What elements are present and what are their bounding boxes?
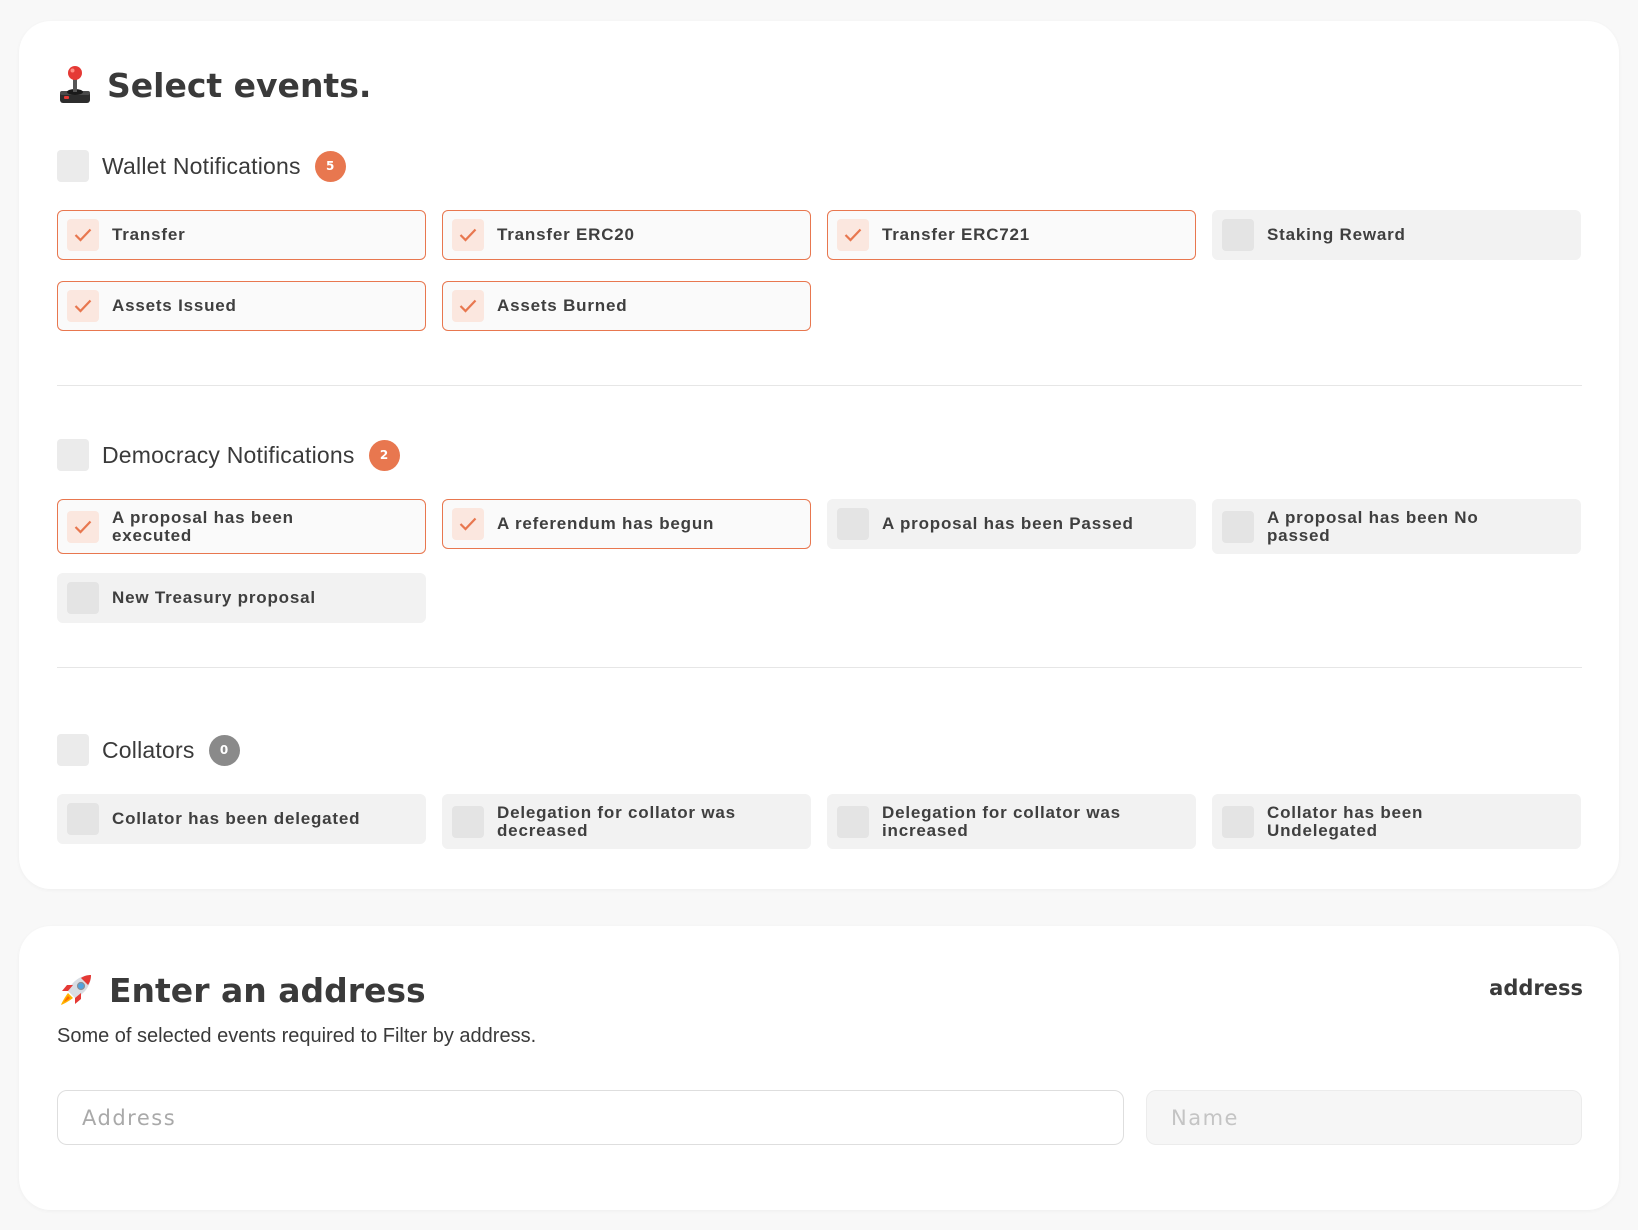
check-icon <box>74 520 92 534</box>
options-grid-wallet: Transfer Transfer ERC20 Transfer ERC721 … <box>57 210 1582 331</box>
group-checkbox-collators[interactable] <box>57 734 89 766</box>
option-delegation-increased[interactable]: Delegation for collator was increased <box>827 794 1196 849</box>
option-checkbox[interactable] <box>67 219 99 251</box>
group-checkbox-democracy[interactable] <box>57 439 89 471</box>
option-label: Transfer <box>112 225 186 244</box>
group-header-democracy: Democracy Notifications 2 <box>57 439 400 471</box>
options-grid-democracy: A proposal has been executed A referendu… <box>57 499 1582 623</box>
option-checkbox[interactable] <box>1222 219 1254 251</box>
option-label: Staking Reward <box>1267 225 1406 244</box>
option-checkbox[interactable] <box>452 508 484 540</box>
option-assets-issued[interactable]: Assets Issued <box>57 281 426 331</box>
option-label: Collator has been delegated <box>112 809 361 828</box>
option-checkbox[interactable] <box>67 582 99 614</box>
group-header-wallet: Wallet Notifications 5 <box>57 150 346 182</box>
option-staking-reward[interactable]: Staking Reward <box>1212 210 1581 260</box>
select-events-heading: Select events. <box>57 63 371 107</box>
option-assets-burned[interactable]: Assets Burned <box>442 281 811 331</box>
option-new-treasury-proposal[interactable]: New Treasury proposal <box>57 573 426 623</box>
option-transfer-erc721[interactable]: Transfer ERC721 <box>827 210 1196 260</box>
select-events-card: Select events. Wallet Notifications 5 Tr… <box>19 21 1619 889</box>
option-transfer[interactable]: Transfer <box>57 210 426 260</box>
option-proposal-not-passed[interactable]: A proposal has been No passed <box>1212 499 1581 554</box>
count-badge-democracy: 2 <box>368 439 400 471</box>
option-label: New Treasury proposal <box>112 588 316 607</box>
enter-address-heading: Enter an address <box>57 968 426 1012</box>
option-label: Transfer ERC20 <box>497 225 635 244</box>
option-label: Assets Issued <box>112 296 237 315</box>
check-icon <box>844 228 862 242</box>
address-link[interactable]: address <box>1489 976 1583 1000</box>
count-badge-collators: 0 <box>208 734 240 766</box>
count-badge-wallet: 5 <box>314 150 346 182</box>
option-checkbox[interactable] <box>67 510 99 543</box>
check-icon <box>459 517 477 531</box>
section-divider <box>57 667 1582 668</box>
option-label: Assets Burned <box>497 296 628 315</box>
select-events-title: Select events. <box>107 65 372 105</box>
option-referendum-begun[interactable]: A referendum has begun <box>442 499 811 549</box>
check-icon <box>459 228 477 242</box>
option-proposal-executed[interactable]: A proposal has been executed <box>57 499 426 554</box>
address-requirement-text: Some of selected events required to Filt… <box>57 1025 537 1047</box>
rocket-icon <box>57 971 95 1009</box>
option-checkbox[interactable] <box>67 290 99 322</box>
option-transfer-erc20[interactable]: Transfer ERC20 <box>442 210 811 260</box>
option-checkbox[interactable] <box>67 803 99 835</box>
group-title-wallet: Wallet Notifications <box>102 152 301 179</box>
option-checkbox[interactable] <box>1222 510 1254 543</box>
option-checkbox[interactable] <box>837 219 869 251</box>
option-label: A proposal has been executed <box>112 507 294 545</box>
option-label: Delegation for collator was increased <box>882 802 1121 840</box>
option-label: Collator has been Undelegated <box>1267 802 1424 840</box>
option-checkbox[interactable] <box>837 508 869 540</box>
options-grid-collators: Collator has been delegated Delegation f… <box>57 794 1582 849</box>
group-checkbox-wallet[interactable] <box>57 150 89 182</box>
option-checkbox[interactable] <box>452 219 484 251</box>
option-proposal-passed[interactable]: A proposal has been Passed <box>827 499 1196 549</box>
joystick-icon <box>57 65 93 105</box>
option-collator-undelegated[interactable]: Collator has been Undelegated <box>1212 794 1581 849</box>
option-label: Delegation for collator was decreased <box>497 802 736 840</box>
check-icon <box>74 228 92 242</box>
check-icon <box>74 299 92 313</box>
option-checkbox[interactable] <box>452 290 484 322</box>
group-title-collators: Collators <box>102 736 195 763</box>
option-label: A proposal has been Passed <box>882 514 1134 533</box>
section-divider <box>57 385 1582 386</box>
option-label: A referendum has begun <box>497 514 715 533</box>
name-input[interactable] <box>1146 1090 1582 1145</box>
group-header-collators: Collators 0 <box>57 734 240 766</box>
option-delegation-decreased[interactable]: Delegation for collator was decreased <box>442 794 811 849</box>
group-title-democracy: Democracy Notifications <box>102 441 355 468</box>
address-input[interactable] <box>57 1090 1124 1145</box>
option-label: Transfer ERC721 <box>882 225 1031 244</box>
check-icon <box>459 299 477 313</box>
option-checkbox[interactable] <box>452 805 484 838</box>
option-collator-delegated[interactable]: Collator has been delegated <box>57 794 426 844</box>
enter-address-card: Enter an address address Some of selecte… <box>19 926 1619 1210</box>
enter-address-title: Enter an address <box>109 970 426 1010</box>
option-checkbox[interactable] <box>1222 805 1254 838</box>
option-checkbox[interactable] <box>837 805 869 838</box>
option-label: A proposal has been No passed <box>1267 507 1479 545</box>
